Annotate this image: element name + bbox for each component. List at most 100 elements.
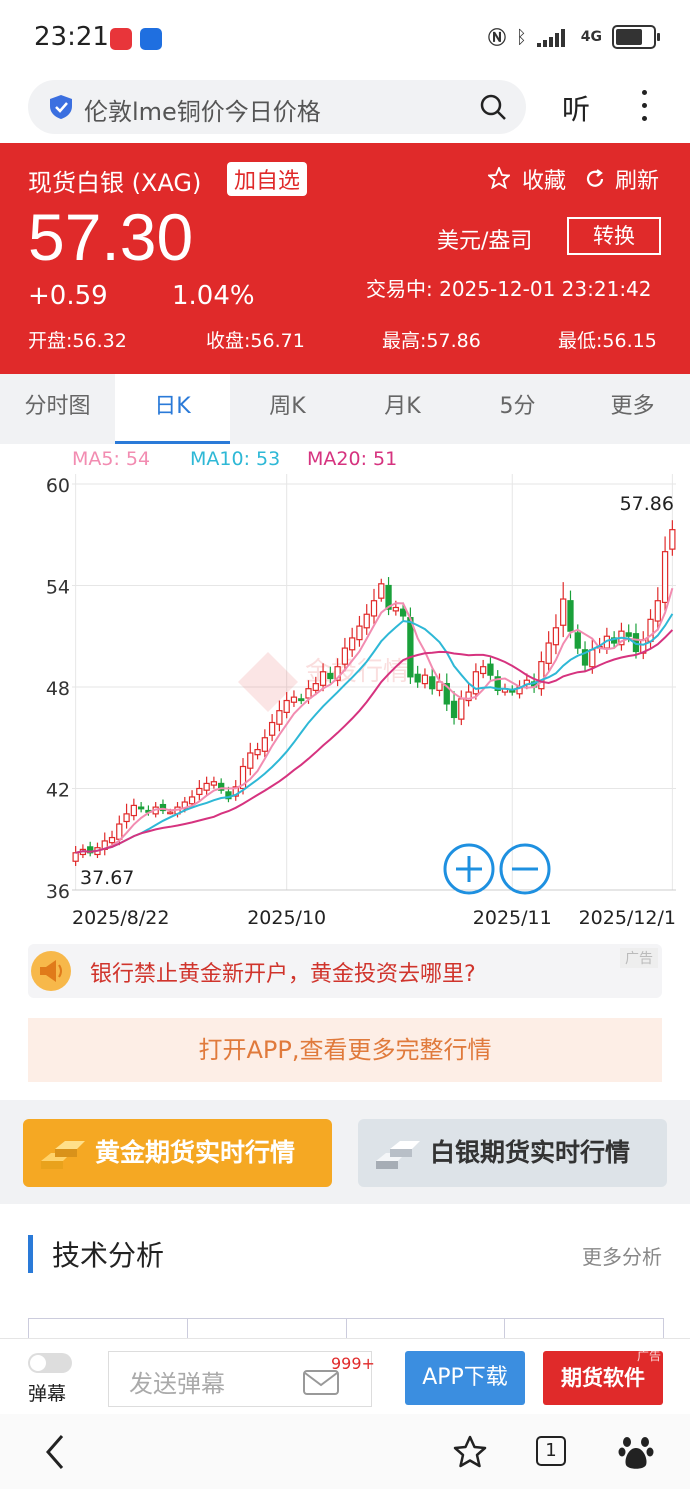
paw-icon[interactable]	[618, 1432, 654, 1472]
x-tick-label: 2025/11	[473, 907, 552, 929]
bookmark-star-icon[interactable]	[452, 1434, 488, 1470]
close-price: 收盘:56.71	[206, 330, 305, 352]
danmu-input[interactable]: 发送弹幕 999+	[108, 1351, 375, 1407]
star-icon[interactable]	[488, 167, 510, 189]
ad-text[interactable]: 银行禁止黄金新开户，黄金投资去哪里?	[90, 956, 476, 988]
back-icon[interactable]	[40, 1432, 70, 1472]
x-tick-label: 2025/10	[247, 907, 326, 929]
notification-app-icon	[110, 28, 132, 50]
candle-body	[196, 787, 203, 796]
candle-body	[108, 836, 116, 844]
candle-body	[370, 600, 378, 617]
candle-body	[574, 632, 581, 649]
candle-body	[429, 676, 436, 690]
status-bar: 23:21 Ⓝ ᛒ 4G	[0, 0, 690, 80]
candle-body	[276, 710, 283, 725]
y-tick-label: 48	[46, 678, 70, 700]
tab-daily-k[interactable]: 日K	[115, 374, 230, 444]
battery-icon	[612, 25, 660, 49]
futures-software-label: 期货软件	[561, 1366, 645, 1390]
candle-body	[472, 671, 480, 695]
candle-body	[268, 721, 276, 736]
candle-body	[487, 663, 494, 676]
candle-body	[480, 666, 487, 675]
silver-futures-button[interactable]: 白银期货实时行情	[358, 1119, 667, 1187]
candle-body	[312, 683, 319, 691]
candle-body	[538, 661, 545, 690]
open-app-button[interactable]: 打开APP,查看更多完整行情	[28, 1018, 662, 1082]
tab-5min[interactable]: 5分	[460, 374, 575, 444]
candle-body	[137, 806, 145, 810]
candlestick-chart[interactable]: MA5: 54 MA10: 53 MA20: 51 金投行情 60 54 48 42 3…	[0, 444, 690, 944]
candle-body	[414, 673, 421, 683]
price-change: +0.59	[28, 281, 108, 311]
candle-body	[407, 617, 414, 678]
danmu-placeholder: 发送弹幕	[129, 1370, 225, 1398]
price-change-percent: 1.04%	[172, 281, 255, 311]
price-unit: 美元/盎司	[437, 229, 533, 254]
tech-analysis-section: 技术分析 更多分析	[0, 1204, 690, 1300]
candle-body	[421, 674, 429, 685]
section-title: 技术分析	[52, 1239, 165, 1272]
zoom-out-icon[interactable]	[498, 842, 552, 896]
app-download-button[interactable]: APP下载	[405, 1351, 525, 1405]
refresh-button[interactable]: 刷新	[615, 163, 659, 195]
search-bar[interactable]: 伦敦lme铜价今日价格	[28, 80, 526, 134]
candle-body	[298, 698, 305, 702]
zoom-in-icon[interactable]	[442, 842, 496, 896]
convert-button[interactable]: 转换	[567, 217, 661, 255]
candle-body	[283, 699, 290, 713]
gold-futures-label: 黄金期货实时行情	[95, 1138, 296, 1167]
megaphone-icon	[31, 951, 71, 991]
quote-header: 现货白银 (XAG) 加自选 收藏 刷新 57.30 美元/盎司 转换 +0.5…	[0, 143, 690, 374]
more-menu-icon[interactable]	[636, 90, 652, 124]
shield-icon	[50, 95, 72, 119]
high-price: 最高:57.86	[382, 330, 481, 352]
gold-futures-button[interactable]: 黄金期货实时行情	[23, 1119, 332, 1187]
candle-body	[319, 671, 327, 686]
candle-body	[552, 627, 560, 646]
candle-body	[210, 781, 218, 786]
candle-body	[654, 600, 661, 622]
nfc-icon: Ⓝ	[487, 28, 506, 49]
ma-line	[75, 587, 674, 854]
y-tick-label: 36	[46, 881, 70, 903]
search-icon[interactable]	[478, 92, 508, 122]
candle-body	[661, 551, 669, 604]
collect-button[interactable]: 收藏	[522, 163, 566, 195]
signal-icon	[536, 29, 565, 47]
min-price-label: 37.67	[80, 867, 134, 889]
candle-body	[72, 852, 79, 862]
bluetooth-icon: ᛒ	[515, 26, 527, 48]
tab-more[interactable]: 更多	[575, 374, 690, 444]
futures-software-button[interactable]: 期货软件 广告	[543, 1349, 663, 1405]
search-query[interactable]: 伦敦lme铜价今日价格	[84, 92, 321, 127]
candle-body	[669, 529, 676, 550]
candle-body	[450, 700, 458, 719]
ad-tag: 广告	[620, 948, 658, 968]
candle-body	[341, 647, 349, 665]
tab-count-button[interactable]: 1	[536, 1436, 566, 1466]
candle-body	[203, 782, 210, 791]
danmu-count: 999+	[331, 1354, 375, 1373]
listen-button[interactable]: 听	[562, 88, 590, 128]
tab-monthly-k[interactable]: 月K	[345, 374, 460, 444]
candle-body	[647, 618, 654, 642]
add-favorite-button[interactable]: 加自选	[227, 162, 308, 196]
status-time: 23:21	[34, 22, 109, 52]
candle-body	[167, 811, 174, 815]
ad-banner[interactable]: 银行禁止黄金新开户，黄金投资去哪里? 广告	[28, 944, 662, 998]
candle-body	[349, 637, 356, 651]
silver-bars-icon	[376, 1141, 420, 1169]
y-tick-label: 42	[46, 780, 70, 802]
candle-body	[305, 688, 312, 699]
candle-body	[589, 649, 596, 668]
refresh-icon[interactable]	[584, 168, 606, 190]
more-analysis-link[interactable]: 更多分析	[582, 1241, 662, 1270]
candle-body	[116, 823, 123, 840]
candle-body	[123, 813, 130, 823]
low-price: 最低:56.15	[558, 330, 657, 352]
danmu-toggle[interactable]	[28, 1353, 72, 1373]
tab-weekly-k[interactable]: 周K	[230, 374, 345, 444]
tab-timeshare[interactable]: 分时图	[0, 374, 115, 444]
